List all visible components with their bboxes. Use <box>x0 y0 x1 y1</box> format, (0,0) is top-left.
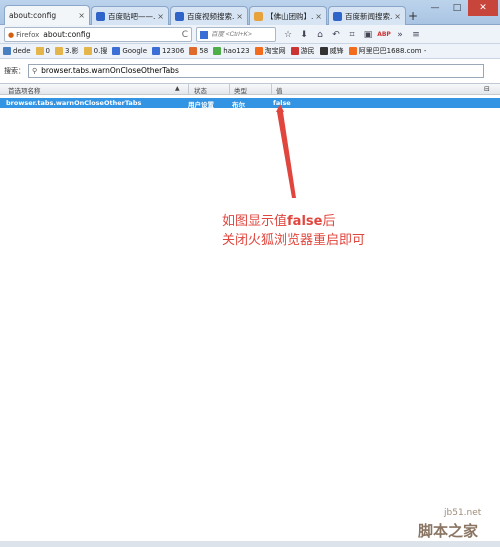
annotation-line2: 关闭火狐浏览器重启即可 <box>222 233 366 248</box>
annotation-text: 如图显示值false后 关闭火狐浏览器重启即可 <box>222 212 365 250</box>
annotation-arrow <box>276 104 296 198</box>
watermark-domain: jb51.net <box>444 508 482 518</box>
watermark-name: 脚本之家 <box>418 522 479 540</box>
annotation-line1: 如图显示值false后 <box>222 214 336 229</box>
window-bottom-border <box>0 541 500 547</box>
